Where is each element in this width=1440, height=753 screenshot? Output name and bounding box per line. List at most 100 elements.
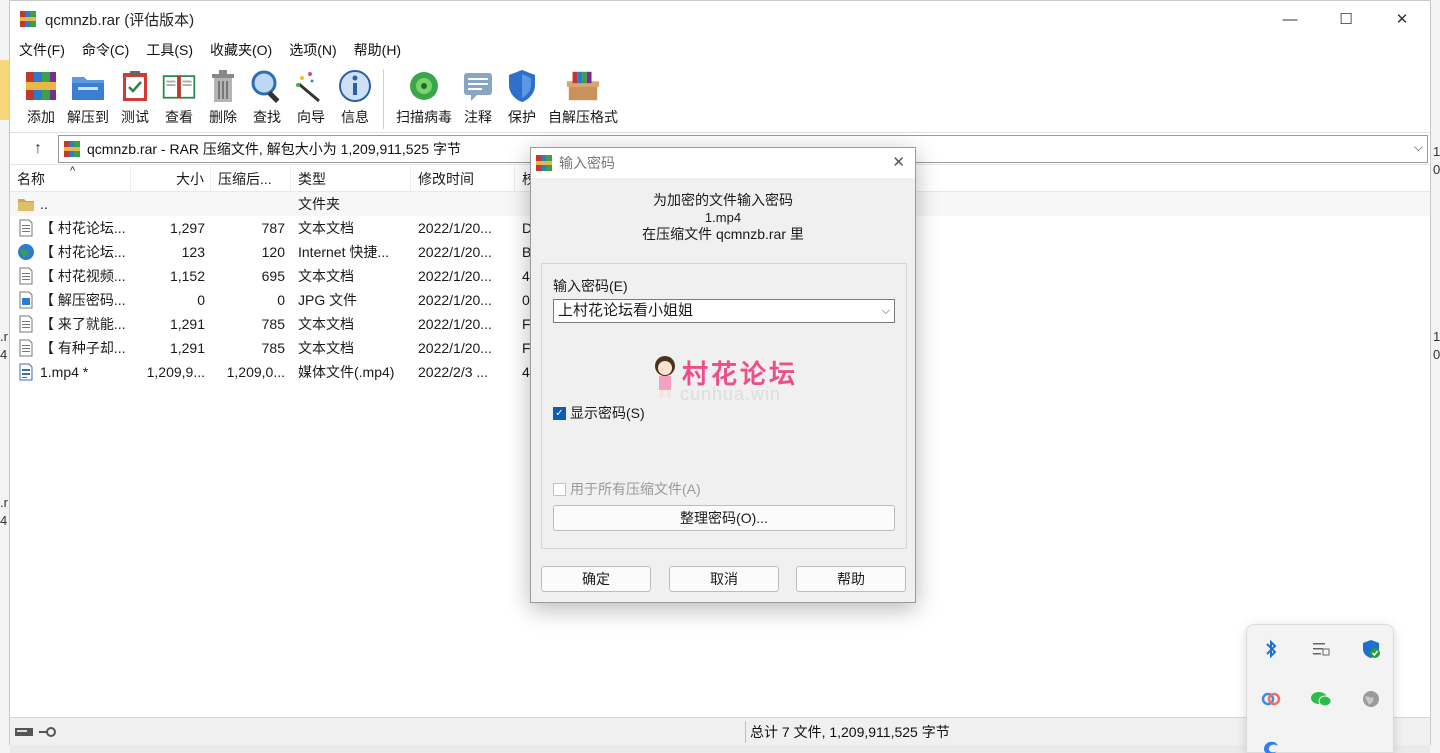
test-button[interactable]: 测试 [113,67,157,127]
status-summary: 总计 7 文件, 1,209,911,525 字节 [750,723,950,740]
sort-ascending-icon: ^ [70,164,76,177]
magnifier-icon [249,67,285,105]
file-name-cell: 【 村花论坛... [10,242,131,262]
shield-icon [504,67,540,105]
file-name-cell: 【 来了就能... [10,314,131,334]
file-packed-size: 1,209,0... [226,364,285,380]
column-name[interactable]: 名称 ^ [10,165,131,192]
menu-options[interactable]: 选项(N) [289,40,344,60]
view-button[interactable]: 查看 [157,67,201,127]
menu-favorites[interactable]: 收藏夹(O) [210,40,280,60]
title-bar[interactable]: qcmnzb.rar (评估版本) — ☐ ✕ [10,1,1430,37]
file-name: 1.mp4 * [40,364,89,380]
bg-text: 1 [1433,144,1440,159]
file-type: Internet 快捷... [298,244,390,260]
password-label: 输入密码(E) [553,278,628,294]
bluetooth-icon[interactable] [1260,638,1282,660]
globe-icon[interactable] [1360,688,1382,710]
toolbar-separator [383,69,384,129]
use-for-all-checkbox[interactable]: 用于所有压缩文件(A) [553,479,701,499]
dialog-title: 输入密码 [559,155,615,171]
help-button[interactable]: 帮助 [796,566,906,592]
folder-icon [17,195,35,213]
file-size: 1,291 [169,340,205,356]
column-type[interactable]: 类型 [291,165,411,192]
comment-icon [460,67,496,105]
up-folder-button[interactable]: ↑ [18,135,58,163]
organize-passwords-button[interactable]: 整理密码(O)... [553,505,895,531]
column-packed[interactable]: 压缩后... [211,165,291,192]
menu-commands[interactable]: 命令(C) [82,40,137,60]
file-name-cell: 【 村花视频... [10,266,131,286]
password-group: 输入密码(E) 上村花论坛看小姐姐 ⌵ 村花论坛 cunhua.win ✓ 显示… [541,263,907,549]
file-type: 文件夹 [298,196,340,212]
column-size[interactable]: 大小 [131,165,211,192]
cancel-button[interactable]: 取消 [669,566,779,592]
dialog-close-button[interactable]: ✕ [892,153,905,171]
file-modified: 2022/1/20... [418,244,492,260]
add-button[interactable]: 添加 [19,67,63,127]
magic-wand-icon [293,67,329,105]
column-name-label: 名称 [17,170,45,187]
file-name: 【 村花视频... [40,268,126,284]
protect-button[interactable]: 保护 [500,67,544,127]
media-file-icon [17,363,35,381]
girl-mascot-icon [655,356,675,398]
wizard-button[interactable]: 向导 [289,67,333,127]
tray-overflow-popup [1246,624,1394,753]
file-modified: 2022/2/3 ... [418,364,489,380]
file-name-cell: 【 解压密码... [10,290,131,310]
menu-tools[interactable]: 工具(S) [146,40,201,60]
comment-button[interactable]: 注释 [456,67,500,127]
add-label: 添加 [27,109,55,125]
security-shield-icon[interactable] [1360,638,1382,660]
close-button[interactable]: ✕ [1374,1,1430,37]
window-title: qcmnzb.rar (评估版本) [45,11,195,29]
bg-text: 4 [0,513,8,528]
globe-icon [17,243,35,261]
dialog-heading-text: 为加密的文件输入密码 [653,192,793,208]
dialog-title-bar[interactable]: 输入密码 ✕ [531,148,915,178]
password-input[interactable]: 上村花论坛看小姐姐 ⌵ [553,299,895,323]
key-icon [39,726,56,737]
chevron-down-icon[interactable]: ⌵ [882,300,890,322]
maximize-button[interactable]: ☐ [1318,1,1374,37]
show-password-checkbox[interactable]: ✓ 显示密码(S) [553,403,645,423]
wizard-label: 向导 [297,109,325,125]
menu-help[interactable]: 帮助(H) [354,40,409,60]
network-list-icon[interactable] [1310,638,1332,660]
column-modified[interactable]: 修改时间 [411,165,515,192]
file-packed-size: 787 [261,220,285,236]
image-file-icon [17,291,35,309]
info-icon [337,67,373,105]
file-type: 文本文档 [298,268,354,284]
show-password-label: 显示密码(S) [570,405,645,421]
file-modified: 2022/1/20... [418,340,492,356]
open-book-icon [161,67,197,105]
use-for-all-label: 用于所有压缩文件(A) [570,481,701,497]
file-name-cell: 【 村花论坛... [10,218,131,238]
edge-like-icon[interactable] [1260,735,1282,753]
bg-text: 0 [1433,347,1440,362]
file-name: 【 有种子却... [40,340,126,356]
file-name: 【 解压密码... [40,292,126,308]
bg-text: .r [0,495,8,510]
virus-icon [406,67,442,105]
wechat-icon[interactable] [1310,688,1332,710]
virus-scan-button[interactable]: 扫描病毒 [392,67,456,127]
folder-extract-icon [70,67,106,105]
file-size: 1,152 [169,268,205,284]
delete-button[interactable]: 删除 [201,67,245,127]
file-size: 1,297 [169,220,205,236]
find-button[interactable]: 查找 [245,67,289,127]
sfx-button[interactable]: 自解压格式 [544,67,622,127]
chevron-down-icon[interactable]: ⌵ [1414,140,1423,155]
baidu-netdisk-icon[interactable] [1260,688,1282,710]
menu-file[interactable]: 文件(F) [19,40,73,60]
minimize-button[interactable]: — [1262,1,1318,37]
dialog-heading: 为加密的文件输入密码 1.mp4 在压缩文件 qcmnzb.rar 里 [531,192,915,243]
ok-button[interactable]: 确定 [541,566,651,592]
info-button[interactable]: 信息 [333,67,377,127]
extract-to-button[interactable]: 解压到 [63,67,113,127]
winrar-icon [20,11,36,27]
